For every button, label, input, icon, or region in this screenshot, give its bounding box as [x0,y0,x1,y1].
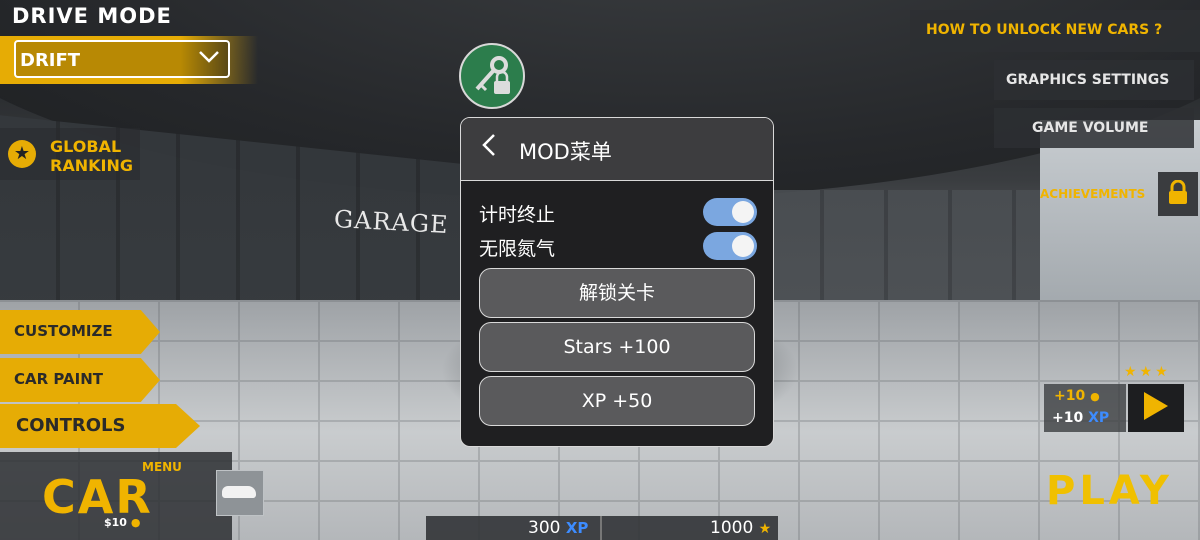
infinite-nitro-toggle[interactable] [703,232,757,260]
back-arrow-icon[interactable] [481,132,497,165]
graphics-settings-button[interactable]: GRAPHICS SETTINGS [994,60,1194,100]
stars-rating: ★★★ [1124,364,1171,380]
chevron-down-icon [198,48,220,69]
how-to-unlock-button[interactable]: HOW TO UNLOCK NEW CARS ? [910,10,1200,52]
car-thumbnail-car [222,486,256,498]
reward-xp: +10 XP [1052,410,1110,426]
stats-divider [600,516,602,540]
toggle-knob [732,235,754,257]
car-paint-label: CAR PAINT [14,370,103,388]
star-badge-icon: ★ [8,140,36,168]
mod-menu-panel: MOD菜单 计时终止 无限氮气 解锁关卡 Stars +100 XP +50 [460,117,774,447]
game-volume-button[interactable]: GAME VOLUME [994,108,1194,148]
toggle-label: 无限氮气 [479,238,556,260]
star-icon: ★ [758,521,772,537]
car-paint-button[interactable]: CAR PAINT [0,358,160,402]
drive-mode-value: DRIFT [20,50,81,71]
graphics-settings-label: GRAPHICS SETTINGS [1006,72,1170,88]
stars-plus-100-button[interactable]: Stars +100 [479,322,755,372]
achievements-label[interactable]: ACHIEVEMENTS [1040,187,1145,201]
mod-menu-floating-button[interactable] [459,43,525,109]
mod-menu-header: MOD菜单 [461,118,773,181]
xp-plus-50-button[interactable]: XP +50 [479,376,755,426]
lock-icon [1167,179,1189,212]
timer-stop-toggle[interactable] [703,198,757,226]
customize-label: CUSTOMIZE [14,322,113,340]
toggle-knob [732,201,754,223]
mod-menu-title: MOD菜单 [519,140,612,164]
xp-total: 300 XP [528,518,589,538]
key-lock-icon [475,56,510,94]
controls-label: CONTROLS [16,415,126,436]
game-volume-label: GAME VOLUME [1032,120,1149,136]
drive-mode-label: DRIVE MODE [12,4,172,28]
controls-button[interactable]: CONTROLS [0,404,200,448]
how-to-unlock-label: HOW TO UNLOCK NEW CARS ? [926,22,1163,38]
customize-button[interactable]: CUSTOMIZE [0,310,160,354]
garage-sign: GARAGE [333,205,450,239]
coins-total: 1000 ★ [710,518,772,538]
play-button[interactable]: PLAY [1046,468,1173,514]
toggle-row-infinite-nitro: 无限氮气 [479,232,759,262]
unlock-levels-button[interactable]: 解锁关卡 [479,268,755,318]
play-arrow-icon [1144,392,1168,420]
reward-coins: +10 ● [1054,388,1100,404]
toggle-label: 计时终止 [479,204,556,226]
global-ranking-label: GLOBAL RANKING [50,137,133,175]
toggle-row-timer-stop: 计时终止 [479,198,759,228]
car-price: $10 ● [104,516,141,529]
